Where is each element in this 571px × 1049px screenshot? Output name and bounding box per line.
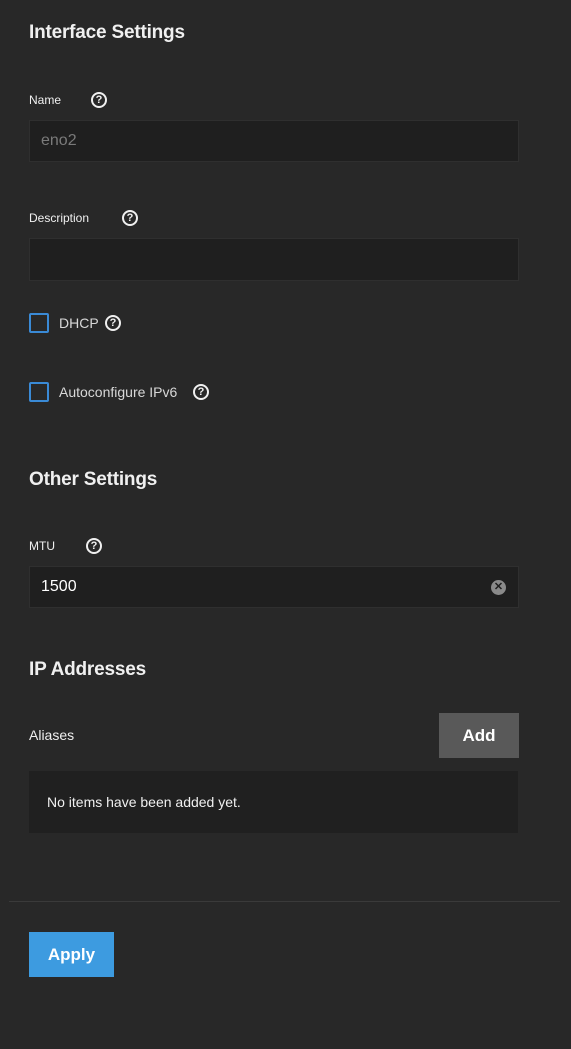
interface-settings-title: Interface Settings bbox=[29, 22, 185, 43]
autoconfigure-ipv6-label[interactable]: Autoconfigure IPv6 bbox=[59, 384, 177, 400]
other-settings-title: Other Settings bbox=[29, 469, 158, 490]
name-help-icon[interactable]: ? bbox=[91, 92, 107, 108]
interface-form-page: Interface Settings Name ? eno2 Descripti… bbox=[0, 0, 571, 1049]
autoconfigure-ipv6-help-icon[interactable]: ? bbox=[193, 384, 209, 400]
add-alias-button[interactable]: Add bbox=[439, 713, 519, 758]
description-help-icon[interactable]: ? bbox=[122, 210, 138, 226]
aliases-empty-state: No items have been added yet. bbox=[29, 771, 518, 833]
dhcp-checkbox[interactable] bbox=[29, 313, 49, 333]
name-label: Name bbox=[29, 93, 62, 107]
dhcp-help-icon[interactable]: ? bbox=[105, 315, 121, 331]
name-field[interactable]: eno2 bbox=[29, 120, 519, 162]
mtu-help-icon[interactable]: ? bbox=[86, 538, 102, 554]
autoconfigure-ipv6-checkbox[interactable] bbox=[29, 382, 49, 402]
name-field-value: eno2 bbox=[41, 132, 77, 149]
mtu-field[interactable]: 1500 bbox=[29, 566, 519, 608]
description-field[interactable] bbox=[29, 238, 519, 281]
apply-button[interactable]: Apply bbox=[29, 932, 114, 977]
footer-divider bbox=[9, 901, 560, 902]
aliases-label: Aliases bbox=[29, 727, 75, 743]
ip-addresses-title: IP Addresses bbox=[29, 659, 146, 680]
description-label: Description bbox=[29, 211, 90, 225]
mtu-field-value: 1500 bbox=[41, 578, 77, 595]
mtu-label: MTU bbox=[29, 539, 55, 553]
clear-icon[interactable]: ✕ bbox=[491, 580, 506, 595]
dhcp-label[interactable]: DHCP bbox=[59, 315, 99, 331]
